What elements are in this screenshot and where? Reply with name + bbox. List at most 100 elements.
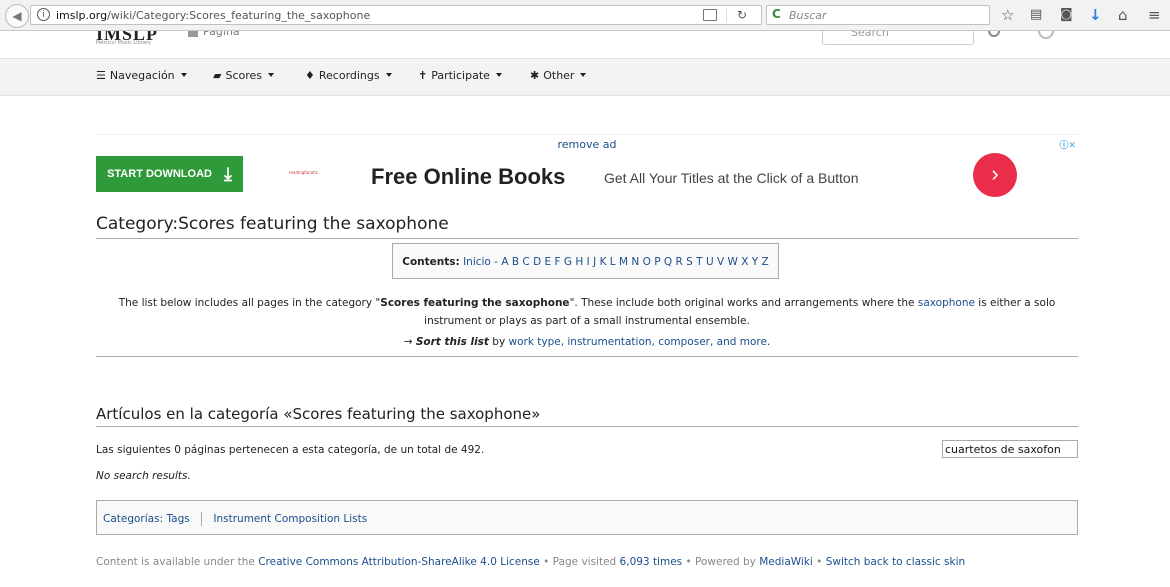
sort-options-link[interactable]: work type, instrumentation, composer, an… xyxy=(509,336,767,348)
search-icon[interactable] xyxy=(988,31,1000,37)
category-tags-link[interactable]: Tags xyxy=(166,513,189,525)
letter-link-h[interactable]: H xyxy=(575,256,583,268)
search-engine-icon: C xyxy=(772,7,781,21)
asterisk-icon: ✱ xyxy=(530,69,540,82)
category-separator xyxy=(201,512,203,526)
page-count-text: Las siguientes 0 páginas pertenecen a es… xyxy=(96,444,485,456)
letter-link-j[interactable]: J xyxy=(593,256,596,268)
letter-link-a[interactable]: A xyxy=(501,256,508,268)
footer-text: • Page visited xyxy=(539,556,620,568)
menu-icon[interactable]: ≡ xyxy=(1148,6,1161,24)
letter-link-i[interactable]: I xyxy=(587,256,590,268)
pocket-icon[interactable]: ◙ xyxy=(1060,6,1073,24)
desc-text: ". These include both original works and… xyxy=(569,297,918,309)
bookmark-star-icon[interactable]: ☆ xyxy=(1001,6,1014,24)
bookmarks-list-icon[interactable]: ▤ xyxy=(1030,6,1042,24)
back-arrow-icon: ◀ xyxy=(12,9,22,23)
footer-text: • xyxy=(812,556,826,568)
download-icon[interactable]: ↓ xyxy=(1089,6,1102,24)
letter-link-n[interactable]: N xyxy=(631,256,639,268)
nav-label: Scores xyxy=(225,69,263,82)
ad-description[interactable]: Get All Your Titles at the Click of a Bu… xyxy=(604,170,858,186)
letter-link-x[interactable]: X xyxy=(741,256,748,268)
letter-link-e[interactable]: E xyxy=(545,256,552,268)
letter-link-t[interactable]: T xyxy=(696,256,702,268)
desc-text: The list below includes all pages in the… xyxy=(118,297,381,309)
letter-link-l[interactable]: L xyxy=(610,256,616,268)
remove-ad-link[interactable]: remove ad xyxy=(96,138,1078,151)
page-footer: Content is available under the Creative … xyxy=(96,556,965,568)
chevron-down-icon xyxy=(495,73,502,77)
category-filter-input[interactable] xyxy=(942,440,1078,458)
advertisement: remove ad ⓘ✕ START DOWNLOAD ⤓ readingfana… xyxy=(96,134,1078,205)
contents-box: Contents: Inicio - A B C D E F G H I J K… xyxy=(392,243,779,279)
letter-link-k[interactable]: K xyxy=(600,256,607,268)
browser-search-box[interactable]: C Buscar xyxy=(766,5,990,25)
reload-icon[interactable]: ↻ xyxy=(737,8,747,22)
desc-category-name: Scores featuring the saxophone xyxy=(380,297,570,309)
help-icon[interactable] xyxy=(1038,31,1054,39)
page-title: Category:Scores featuring the saxophone xyxy=(96,214,1078,239)
categories-label[interactable]: Categorías: xyxy=(103,513,163,525)
ad-title[interactable]: Free Online Books xyxy=(371,164,565,190)
letter-link-y[interactable]: Y xyxy=(752,256,758,268)
nav-navegacion[interactable]: ☰ Navegación xyxy=(96,69,187,82)
letter-link-d[interactable]: D xyxy=(533,256,541,268)
letter-link-s[interactable]: S xyxy=(686,256,693,268)
letter-link-c[interactable]: C xyxy=(522,256,529,268)
contents-separator: - xyxy=(490,256,502,268)
letter-link-r[interactable]: R xyxy=(676,256,683,268)
chevron-right-icon[interactable]: › xyxy=(973,153,1017,197)
category-instrument-lists-link[interactable]: Instrument Composition Lists xyxy=(213,513,367,525)
license-link[interactable]: Creative Commons Attribution-ShareAlike … xyxy=(258,556,540,568)
home-icon[interactable]: ⌂ xyxy=(1118,6,1128,24)
saxophone-link[interactable]: saxophone xyxy=(918,297,975,309)
browser-toolbar: ◀ i imslp.org/wiki/Category:Scores_featu… xyxy=(0,0,1170,31)
main-navbar: ☰ Navegación ▰ Scores ♦ Recordings ✝ Partici… xyxy=(0,58,1170,96)
chevron-down-icon xyxy=(180,73,187,77)
sort-label: Sort this list xyxy=(415,336,489,348)
url-divider xyxy=(726,8,727,22)
reader-view-icon[interactable] xyxy=(703,9,717,21)
letter-link-o[interactable]: O xyxy=(643,256,651,268)
desc-text: is either a solo xyxy=(974,297,1056,309)
divider xyxy=(96,356,1078,357)
nav-label: Recordings xyxy=(318,69,380,82)
letter-link-u[interactable]: U xyxy=(706,256,714,268)
info-icon[interactable]: i xyxy=(37,8,50,21)
nav-participate[interactable]: ✝ Participate xyxy=(418,69,502,82)
sort-text: . xyxy=(766,336,771,348)
nav-scores[interactable]: ▰ Scores xyxy=(213,69,275,82)
site-search-input[interactable]: Search xyxy=(822,31,974,45)
no-results-text: No search results. xyxy=(96,470,191,482)
nav-label: Navegación xyxy=(109,69,175,82)
sort-line: → Sort this list by work type, instrumen… xyxy=(96,336,1078,348)
back-button[interactable]: ◀ xyxy=(5,4,29,28)
site-search-placeholder: Search xyxy=(851,31,889,39)
letter-link-q[interactable]: Q xyxy=(664,256,672,268)
letter-link-m[interactable]: M xyxy=(619,256,628,268)
start-download-button[interactable]: START DOWNLOAD ⤓ xyxy=(96,156,243,192)
page-menu-fragment[interactable]: Página xyxy=(203,31,240,38)
desc-text: instrument or plays as part of a small i… xyxy=(424,315,750,327)
letter-link-g[interactable]: G xyxy=(564,256,572,268)
letter-link-f[interactable]: F xyxy=(555,256,561,268)
address-bar[interactable]: i imslp.org/wiki/Category:Scores_featuri… xyxy=(30,5,762,25)
logo-subtitle: Petrucci Music Library xyxy=(96,40,151,46)
ad-close-icon[interactable]: ⓘ✕ xyxy=(1059,138,1076,151)
url-domain: imslp.org xyxy=(56,9,108,22)
footer-text: • Powered by xyxy=(682,556,760,568)
letter-link-v[interactable]: V xyxy=(717,256,724,268)
letter-link-p[interactable]: P xyxy=(654,256,660,268)
letter-link-w[interactable]: W xyxy=(728,256,738,268)
nav-recordings[interactable]: ♦ Recordings xyxy=(305,69,392,82)
download-arrow-icon: ⤓ xyxy=(223,164,232,184)
browser-search-placeholder: Buscar xyxy=(789,9,827,22)
letter-link-b[interactable]: B xyxy=(512,256,519,268)
classic-skin-link[interactable]: Switch back to classic skin xyxy=(826,556,965,568)
letter-link-z[interactable]: Z xyxy=(762,256,769,268)
visit-count: 6,093 times xyxy=(619,556,683,568)
nav-other[interactable]: ✱ Other xyxy=(530,69,587,82)
contents-home-link[interactable]: Inicio xyxy=(463,256,491,268)
mediawiki-link[interactable]: MediaWiki xyxy=(759,556,813,568)
